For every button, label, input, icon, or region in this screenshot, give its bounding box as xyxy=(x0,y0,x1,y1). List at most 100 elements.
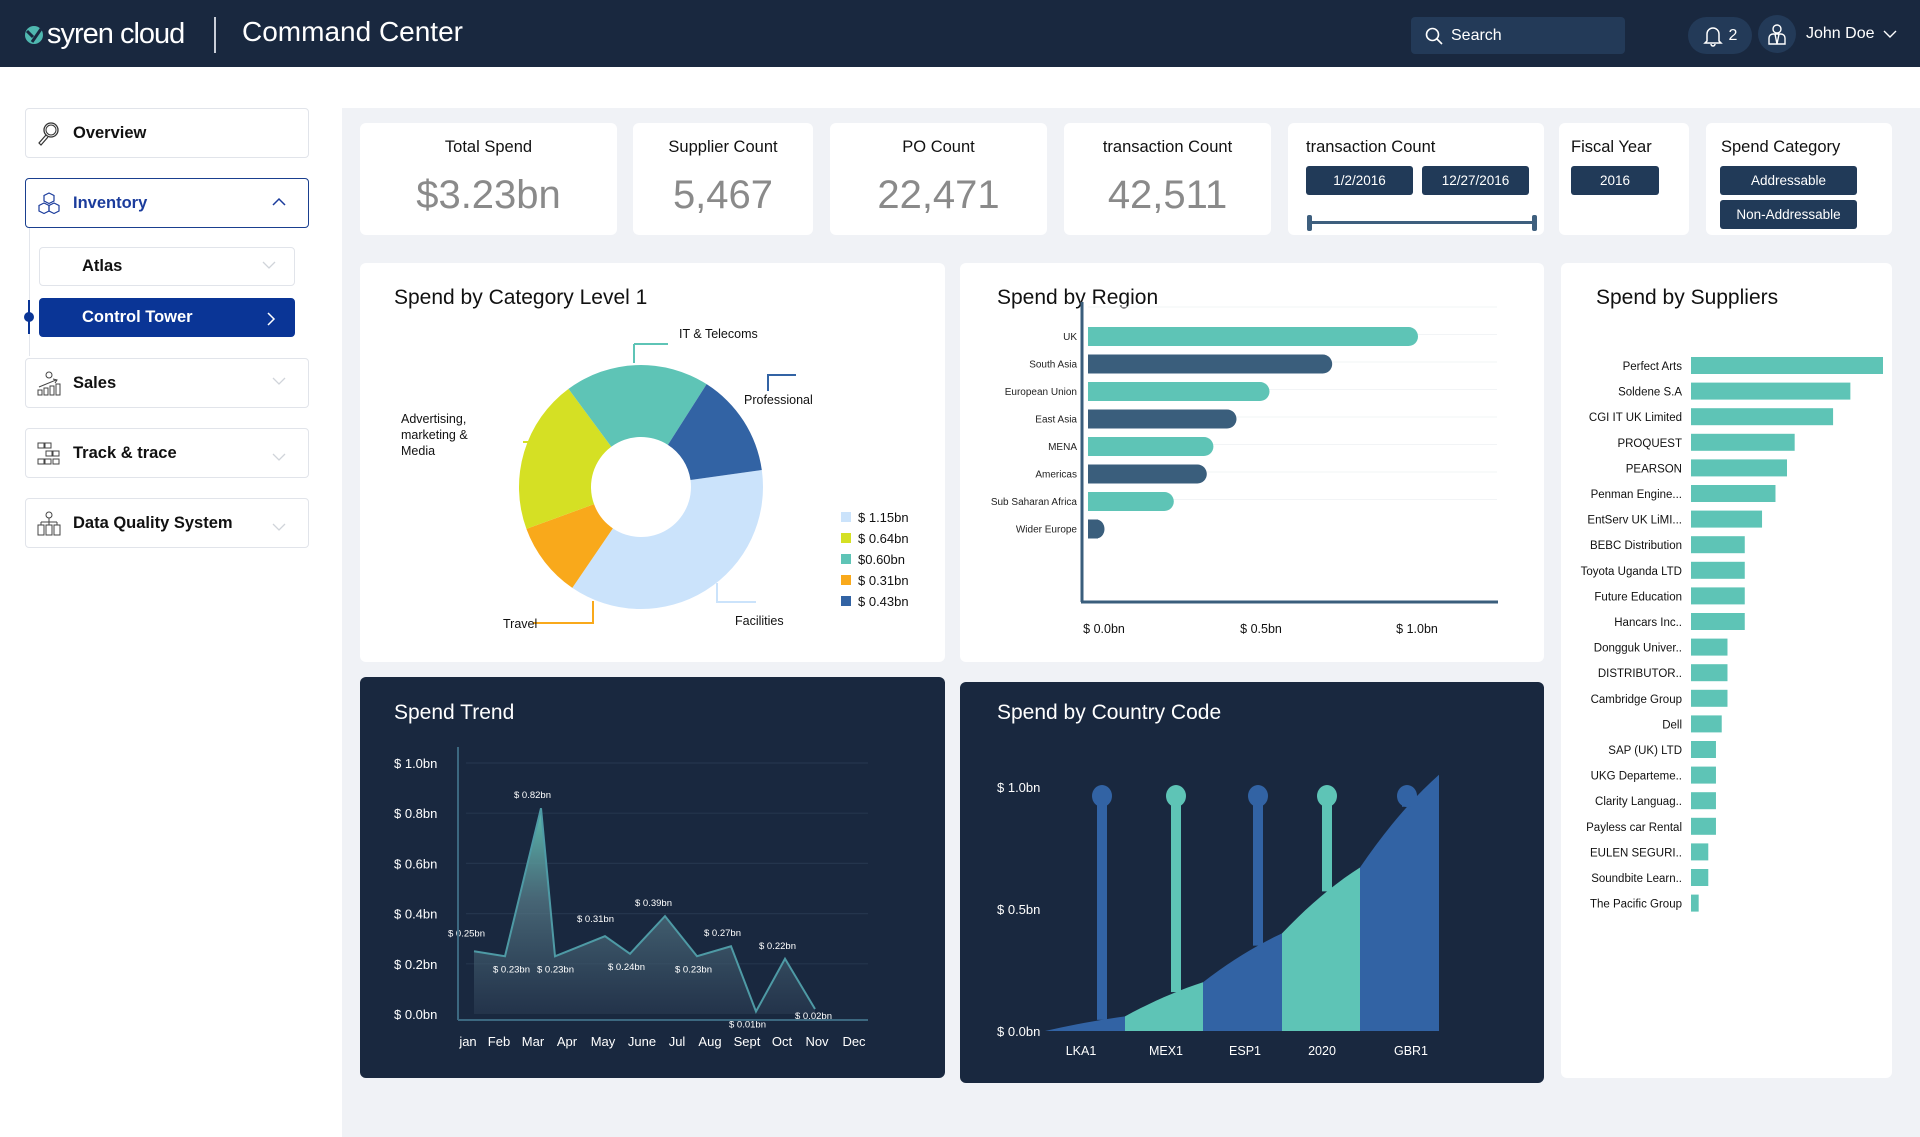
supplier-label: CGI IT UK Limited xyxy=(1589,412,1682,424)
top-bar: syren cloud Command Center Search 2 John… xyxy=(0,0,1920,67)
bar-entserv-uk-limi[interactable] xyxy=(1691,510,1763,528)
stem-head-esp1[interactable] xyxy=(1248,785,1268,807)
notifications-button[interactable]: 2 xyxy=(1688,17,1752,54)
sidebar-item-sales[interactable]: Sales xyxy=(25,358,309,408)
leader-line-travel xyxy=(533,601,594,624)
slider-handle-start[interactable] xyxy=(1307,215,1312,231)
bar-soundbite-learn[interactable] xyxy=(1691,869,1709,886)
area-segment-lka1[interactable] xyxy=(1045,1016,1125,1031)
area-segment-2020[interactable] xyxy=(1282,867,1360,1031)
bar-cambridge-group[interactable] xyxy=(1691,689,1728,707)
sidebar-item-inventory[interactable]: Inventory xyxy=(25,178,309,228)
slice-label-it: IT & Telecoms xyxy=(679,327,758,341)
trend-point[interactable] xyxy=(603,934,607,938)
x-tick-label: GBR1 xyxy=(1394,1044,1428,1058)
bar-payless-car-rental[interactable] xyxy=(1691,817,1716,835)
bar-hancars-inc[interactable] xyxy=(1691,613,1745,630)
trend-point[interactable] xyxy=(663,914,667,918)
kpi-value: 42,511 xyxy=(1107,173,1228,217)
x-tick-label: ESP1 xyxy=(1229,1044,1261,1058)
stem-head-mex1[interactable] xyxy=(1166,785,1186,807)
logo-text: syren cloud xyxy=(47,18,185,50)
trend-point[interactable] xyxy=(553,954,557,958)
kpi-label: Total Spend xyxy=(444,138,533,156)
non-addressable-button[interactable]: Non-Addressable xyxy=(1720,200,1857,229)
bar-soldene-s-a[interactable] xyxy=(1691,382,1851,400)
filter-label: transaction Count xyxy=(1306,138,1436,156)
bar-the-pacific-group[interactable] xyxy=(1691,894,1699,912)
bar-americas[interactable] xyxy=(1088,464,1207,484)
subitem-label: Atlas xyxy=(82,257,123,275)
bar-dongguk-univer[interactable] xyxy=(1691,638,1728,656)
x-tick-label: jan xyxy=(458,1034,476,1049)
bar-toyota-uganda-ltd[interactable] xyxy=(1691,561,1745,579)
bar-mena[interactable] xyxy=(1088,437,1214,456)
end-date-button[interactable]: 12/27/2016 xyxy=(1422,166,1529,195)
bar-future-education[interactable] xyxy=(1691,587,1745,605)
search-icon xyxy=(1425,27,1443,45)
y-tick-label: $ 1.0bn xyxy=(394,756,437,771)
supplier-label: Cambridge Group xyxy=(1591,694,1682,706)
stem-head-2020[interactable] xyxy=(1317,785,1337,807)
trend-point[interactable] xyxy=(729,944,733,948)
bar-bebc-distribution[interactable] xyxy=(1691,536,1745,554)
bar-sub-saharan-africa[interactable] xyxy=(1088,492,1174,511)
sidebar-subitem-atlas[interactable]: Atlas xyxy=(39,247,295,286)
user-name: John Doe xyxy=(1806,25,1875,42)
sidebar-item-data-quality[interactable]: Data Quality System xyxy=(25,498,309,548)
bar-european-union[interactable] xyxy=(1088,382,1270,401)
bar-pearson[interactable] xyxy=(1691,459,1787,477)
trend-point[interactable] xyxy=(503,954,507,958)
trend-point[interactable] xyxy=(783,957,787,961)
trend-point[interactable] xyxy=(628,952,632,956)
x-tick-label: LKA1 xyxy=(1066,1044,1097,1058)
sidebar-item-track-trace[interactable]: Track & trace xyxy=(25,428,309,478)
sidebar-subitem-control-tower[interactable]: Control Tower xyxy=(39,298,295,337)
area-segment-gbr1[interactable] xyxy=(1360,774,1439,1031)
bar-penman-engine[interactable] xyxy=(1691,485,1776,502)
bar-base xyxy=(1088,382,1098,401)
trend-point[interactable] xyxy=(539,806,543,810)
hierarchy-icon xyxy=(37,511,61,536)
bar-dell[interactable] xyxy=(1691,715,1722,733)
notification-count: 2 xyxy=(1728,26,1738,44)
addressable-button[interactable]: Addressable xyxy=(1720,166,1857,195)
user-menu[interactable]: John Doe xyxy=(1758,15,1897,53)
trend-point[interactable] xyxy=(754,1009,758,1013)
logo[interactable]: syren cloud xyxy=(24,18,185,51)
sidebar-item-overview[interactable]: Overview xyxy=(25,108,309,158)
bar-sap-uk-ltd[interactable] xyxy=(1691,741,1716,758)
trend-point[interactable] xyxy=(472,949,476,953)
start-date-button[interactable]: 1/2/2016 xyxy=(1306,166,1413,195)
x-tick-label: Feb xyxy=(488,1034,510,1049)
bar-south-asia[interactable] xyxy=(1088,354,1333,374)
bar-uk[interactable] xyxy=(1088,327,1418,346)
date-range-slider[interactable] xyxy=(1307,215,1537,231)
area-segment-mex1[interactable] xyxy=(1125,982,1203,1031)
stem-mex1 xyxy=(1171,797,1181,993)
supplier-label: Perfect Arts xyxy=(1623,361,1683,373)
x-tick-label: MEX1 xyxy=(1149,1044,1183,1058)
bar-east-asia[interactable] xyxy=(1088,409,1237,429)
x-tick-label: Mar xyxy=(522,1034,545,1049)
fiscal-year-button[interactable]: 2016 xyxy=(1571,166,1659,195)
stem-head-gbr1[interactable] xyxy=(1397,785,1417,807)
trend-point[interactable] xyxy=(695,954,699,958)
bar-proquest[interactable] xyxy=(1691,433,1795,451)
bar-eulen-seguri[interactable] xyxy=(1691,843,1709,861)
area-segment-esp1[interactable] xyxy=(1203,933,1282,1031)
data-label: $ 0.23bn xyxy=(537,964,574,975)
trend-area xyxy=(474,808,815,1014)
bar-distributor[interactable] xyxy=(1691,664,1728,682)
stem-head-lka1[interactable] xyxy=(1092,785,1112,807)
sidebar-item-label: Inventory xyxy=(73,193,148,212)
bar-perfect-arts[interactable] xyxy=(1691,357,1883,374)
chevron-down-icon xyxy=(262,261,276,269)
bar-clarity-languag[interactable] xyxy=(1691,792,1716,810)
bar-ukg-departeme[interactable] xyxy=(1691,766,1716,784)
bar-base xyxy=(1088,437,1098,456)
search-box[interactable]: Search xyxy=(1411,17,1625,54)
bar-cgi-it-uk-limited[interactable] xyxy=(1691,408,1834,426)
slider-handle-end[interactable] xyxy=(1532,215,1537,231)
kpi-value: 22,471 xyxy=(877,173,1000,217)
